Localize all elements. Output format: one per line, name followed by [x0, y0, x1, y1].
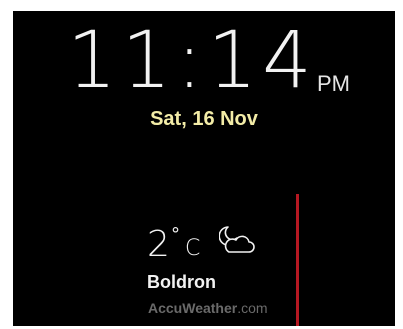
degree-symbol: °	[171, 224, 180, 245]
temperature-unit: C	[185, 236, 201, 261]
clock-time: 11:14	[67, 16, 317, 106]
moon-cloud-icon	[219, 226, 255, 253]
provider-domain: .com	[237, 300, 268, 316]
lock-screen: 11:14 PM Sat, 16 Nov 2 ° C Boldron AccuW…	[13, 11, 395, 326]
weather-provider[interactable]: AccuWeather.com	[148, 299, 268, 317]
provider-name: AccuWeather	[148, 300, 238, 316]
red-divider-line	[296, 194, 299, 326]
date-label: Sat, 16 Nov	[150, 108, 258, 130]
temperature-value: 2	[147, 224, 170, 265]
location-name: Boldron	[147, 272, 216, 292]
clock-period: PM	[317, 71, 350, 96]
